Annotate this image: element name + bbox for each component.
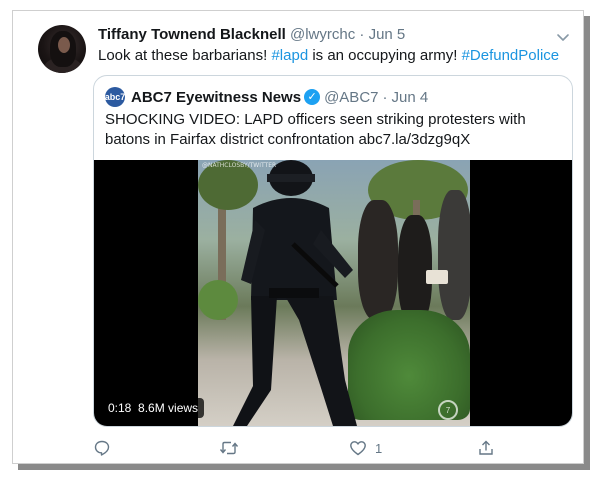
quoted-avatar[interactable]: abc7 xyxy=(105,87,125,107)
video-frame: @NATHCLOSBY/TWITTER xyxy=(198,160,470,426)
tweet-card[interactable]: Tiffany Townend Blacknell @lwyrchc · Jun… xyxy=(12,10,584,464)
quoted-handle[interactable]: @ABC7 xyxy=(324,89,378,106)
action-bar: 1 xyxy=(93,439,513,461)
caret-down-icon[interactable] xyxy=(555,29,571,45)
retweet-button[interactable] xyxy=(219,439,239,457)
verified-icon: ✓ xyxy=(304,89,321,105)
share-button[interactable] xyxy=(477,439,495,457)
retweet-icon xyxy=(219,441,239,455)
author-handle[interactable]: @lwyrchc xyxy=(290,26,355,43)
quoted-date[interactable]: Jun 4 xyxy=(392,89,429,106)
like-button[interactable]: 1 xyxy=(349,439,382,457)
tweet-date[interactable]: Jun 5 xyxy=(369,26,406,43)
video-watermark: @NATHCLOSBY/TWITTER xyxy=(202,162,277,169)
quoted-separator: · xyxy=(382,88,388,106)
tweet-header: Tiffany Townend Blacknell @lwyrchc · Jun… xyxy=(98,26,405,43)
reply-icon xyxy=(94,440,110,456)
author-avatar[interactable] xyxy=(38,25,86,73)
share-icon xyxy=(479,440,493,455)
tweet-text-part: is an occupying army! xyxy=(308,47,462,64)
quoted-text: SHOCKING VIDEO: LAPD officers seen strik… xyxy=(105,111,526,148)
quoted-tweet[interactable]: abc7 ABC7 Eyewitness News ✓ @ABC7 · Jun … xyxy=(93,75,573,427)
reply-button[interactable] xyxy=(93,439,111,457)
abc7-logo: 7 xyxy=(438,400,458,420)
video-views: 8.6M views xyxy=(138,401,199,415)
like-count: 1 xyxy=(375,440,383,456)
video-player[interactable]: @NATHCLOSBY/TWITTER 0:18 8.6M views 7 xyxy=(94,160,572,426)
hashtag-defundpolice[interactable]: #DefundPolice xyxy=(462,47,560,64)
tweet-text-part: Look at these barbarians! xyxy=(98,47,272,64)
header-separator: · xyxy=(359,26,365,43)
quoted-header: abc7 ABC7 Eyewitness News ✓ @ABC7 · Jun … xyxy=(105,87,428,107)
video-duration-views: 0:18 8.6M views xyxy=(102,398,205,418)
author-name[interactable]: Tiffany Townend Blacknell xyxy=(98,26,286,43)
like-icon xyxy=(350,441,366,456)
tweet-text: Look at these barbarians! #lapd is an oc… xyxy=(98,47,559,64)
quoted-author-name[interactable]: ABC7 Eyewitness News xyxy=(131,89,301,106)
hashtag-lapd[interactable]: #lapd xyxy=(271,47,308,64)
video-duration: 0:18 xyxy=(108,401,132,415)
